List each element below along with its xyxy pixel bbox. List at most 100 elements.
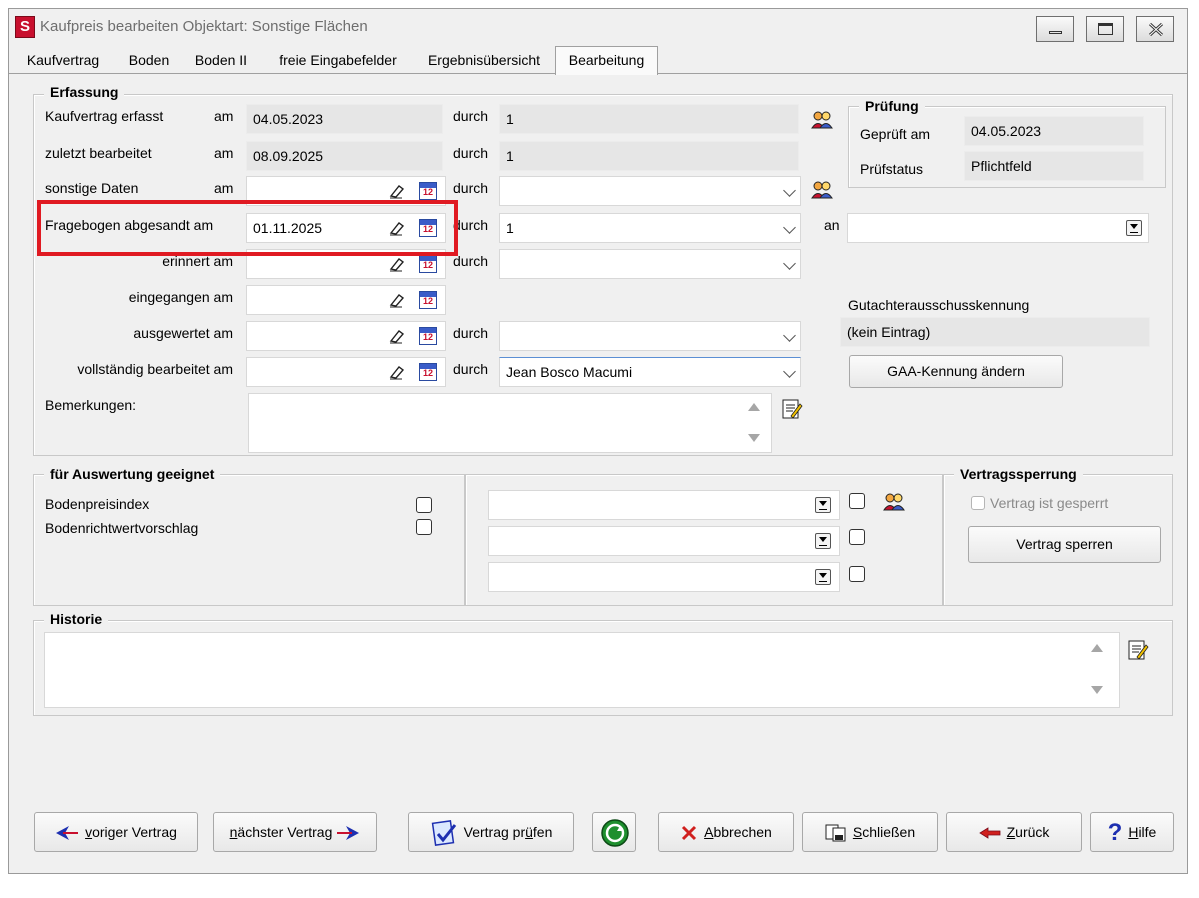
chevron-down-icon (783, 365, 796, 378)
hilfe-label: ilfe (1138, 824, 1157, 840)
vollstaendig-date-input[interactable] (246, 357, 446, 387)
arrow-right-icon (337, 826, 360, 841)
scroll-down-icon[interactable] (1091, 686, 1103, 694)
close-window-button[interactable] (1136, 16, 1174, 42)
erfassung-title: Erfassung (44, 84, 125, 100)
erinnert-durch-select[interactable] (499, 249, 801, 279)
scroll-up-icon[interactable] (748, 403, 760, 411)
vertrag-sperren-button[interactable]: Vertrag sperren (968, 526, 1161, 563)
auswertung-select-2[interactable] (488, 526, 840, 556)
historie-textarea[interactable] (44, 632, 1120, 708)
note-edit-icon[interactable] (780, 397, 804, 421)
users-icon[interactable] (810, 108, 834, 132)
durch-label: durch (453, 180, 489, 196)
voriger-label: origer Vertrag (92, 824, 177, 840)
naechster-vertrag-button[interactable]: nächster Vertrag (213, 812, 377, 852)
select-value: 1 (506, 220, 514, 236)
app-logo-icon: S (15, 16, 35, 38)
hilfe-mnemonic: H (1128, 824, 1139, 840)
an-label: an (824, 217, 840, 233)
chevron-down-icon (783, 329, 796, 342)
vertrag-gesperrt-checkbox[interactable] (971, 496, 985, 510)
eingegangen-date-input[interactable] (246, 285, 446, 315)
auswertung-checkbox-1[interactable] (849, 493, 865, 509)
auswertung-checkbox-3[interactable] (849, 566, 865, 582)
ausgewertet-label: ausgewertet am (133, 325, 233, 341)
eraser-icon[interactable] (388, 327, 406, 345)
arrow-left-icon (56, 826, 79, 841)
tab-bearbeitung[interactable]: Bearbeitung (555, 46, 658, 75)
ausgewertet-date-input[interactable] (246, 321, 446, 351)
chevron-down-icon (783, 257, 796, 270)
durch-label: durch (453, 253, 489, 269)
users-icon[interactable] (810, 178, 834, 202)
schliessen-button[interactable]: Schließen (802, 812, 938, 852)
gaa-kennung-aendern-button[interactable]: GAA-Kennung ändern (849, 355, 1063, 388)
maximize-button[interactable] (1086, 16, 1124, 42)
eraser-icon[interactable] (388, 363, 406, 381)
kaufvertrag-erfasst-date: 04.05.2023 (246, 104, 443, 134)
schliessen-label: chließen (862, 824, 916, 840)
dropdown-icon[interactable] (815, 569, 831, 585)
auswertung-select-3[interactable] (488, 562, 840, 592)
zurueck-label: urück (1015, 824, 1050, 840)
abbrechen-button[interactable]: Abbrechen (658, 812, 794, 852)
durch-label: durch (453, 217, 489, 233)
close-icon (1148, 22, 1164, 37)
ausgewertet-durch-select[interactable] (499, 321, 801, 351)
vertrag-pruefen-button[interactable]: Vertrag prüfen (408, 812, 574, 852)
back-arrow-icon (978, 827, 1000, 840)
pruefstatus-value: Pflichtfeld (964, 151, 1144, 181)
bemerkungen-textarea[interactable] (248, 393, 772, 453)
refresh-button[interactable] (592, 812, 636, 852)
chevron-down-icon (783, 221, 796, 234)
scroll-down-icon[interactable] (748, 434, 760, 442)
auswertung-select-1[interactable] (488, 490, 840, 520)
scroll-up-icon[interactable] (1091, 644, 1103, 652)
fragebogen-an-select[interactable] (847, 213, 1149, 243)
eraser-icon[interactable] (388, 255, 406, 273)
calendar-icon[interactable]: 12 (419, 363, 437, 381)
check-document-icon (431, 820, 456, 847)
vollstaendig-bearbeitet-label: vollständig bearbeitet am (77, 361, 233, 377)
sonstige-daten-durch-select[interactable] (499, 176, 801, 206)
vollstaendig-durch-select[interactable]: Jean Bosco Macumi (499, 357, 801, 387)
dropdown-icon[interactable] (1126, 220, 1142, 236)
bodenpreisindex-checkbox[interactable] (416, 497, 432, 513)
zuletzt-bearbeitet-label: zuletzt bearbeitet (45, 145, 152, 161)
eingegangen-label: eingegangen am (128, 289, 233, 305)
calendar-icon[interactable]: 12 (419, 182, 437, 200)
fragebogen-durch-select[interactable]: 1 (499, 213, 801, 243)
geprueft-am-label: Geprüft am (860, 126, 931, 142)
auswertung-title: für Auswertung geeignet (44, 466, 221, 482)
users-icon[interactable] (882, 490, 906, 514)
minimize-button[interactable] (1036, 16, 1074, 42)
eraser-icon[interactable] (388, 291, 406, 309)
calendar-icon[interactable]: 12 (419, 255, 437, 273)
bodenrichtwertvorschlag-checkbox[interactable] (416, 519, 432, 535)
note-edit-icon[interactable] (1126, 638, 1150, 662)
dropdown-icon[interactable] (815, 533, 831, 549)
tab-kaufvertrag[interactable]: Kaufvertrag (14, 48, 112, 73)
window-title: Kaufpreis bearbeiten Objektart: Sonstige… (40, 18, 368, 35)
cancel-x-icon (682, 826, 697, 841)
durch-label: durch (453, 108, 489, 124)
dropdown-icon[interactable] (815, 497, 831, 513)
tab-ergebnisuebersicht[interactable]: Ergebnisübersicht (416, 48, 552, 73)
tab-boden-ii[interactable]: Boden II (186, 48, 256, 73)
calendar-icon[interactable]: 12 (419, 327, 437, 345)
eraser-icon[interactable] (388, 182, 406, 200)
calendar-icon[interactable]: 12 (419, 291, 437, 309)
historie-title: Historie (44, 611, 109, 627)
pruefung-title: Prüfung (859, 98, 925, 114)
hilfe-button[interactable]: ? Hilfe (1090, 812, 1174, 852)
zurueck-button[interactable]: Zurück (946, 812, 1082, 852)
pruefstatus-label: Prüfstatus (860, 161, 924, 177)
tab-freie-eingabefelder[interactable]: freie Eingabefelder (264, 48, 412, 73)
gaa-value: (kein Eintrag) (840, 317, 1150, 347)
voriger-vertrag-button[interactable]: voriger Vertrag (34, 812, 198, 852)
auswertung-checkbox-2[interactable] (849, 529, 865, 545)
tab-boden[interactable]: Boden (120, 48, 178, 73)
kaufvertrag-erfasst-durch: 1 (499, 104, 799, 134)
pruefen-label-pre: Vertrag pr (463, 824, 526, 840)
